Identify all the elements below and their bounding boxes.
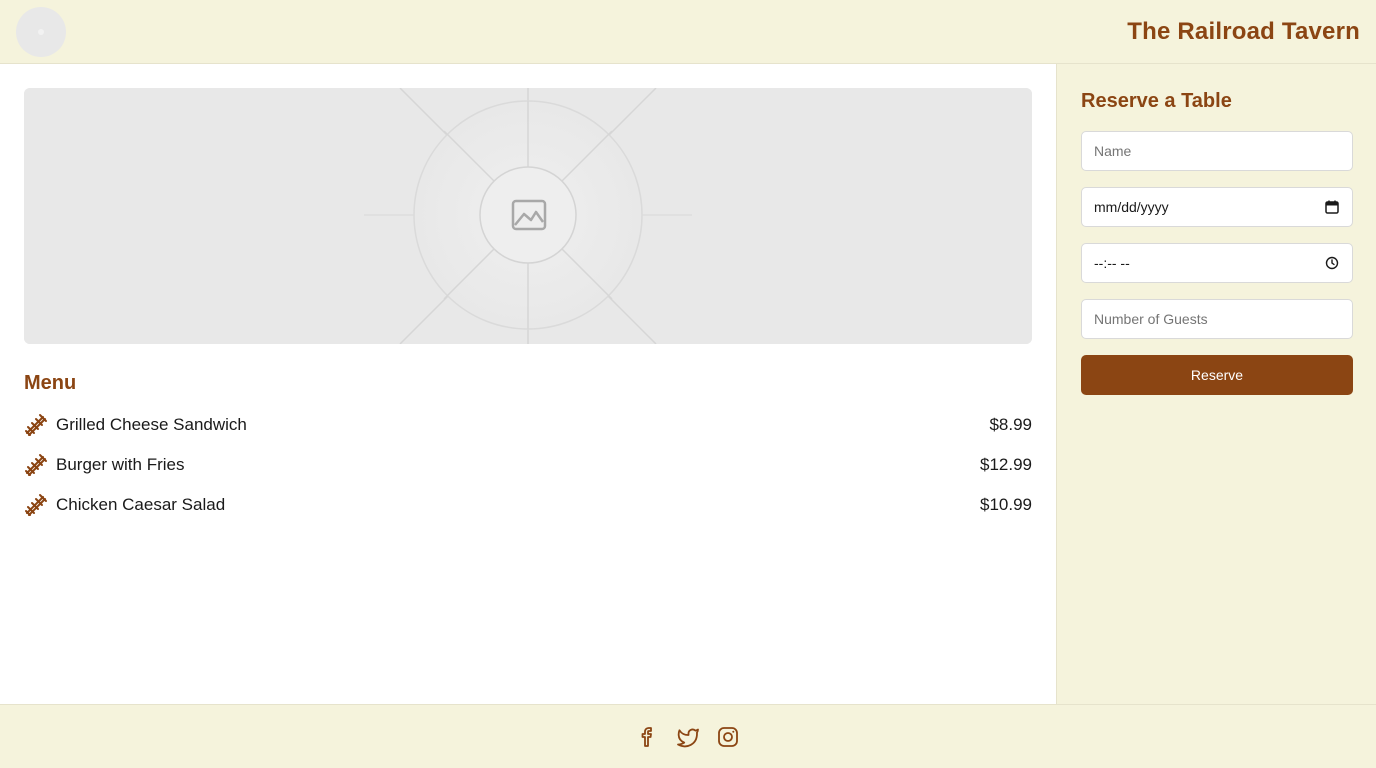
railroad-track-icon <box>25 454 47 476</box>
instagram-icon[interactable] <box>716 725 740 749</box>
time-field[interactable]: --:-- -- <box>1081 243 1353 283</box>
menu-item-left: Chicken Caesar Salad <box>24 493 225 517</box>
menu-item-price: $10.99 <box>980 495 1032 514</box>
menu-item-price: $8.99 <box>989 415 1032 434</box>
name-input[interactable] <box>1094 143 1340 159</box>
reservation-form: mm/dd/yyyy --:-- -- Reserve <box>1081 131 1353 395</box>
site-header: The Railroad Tavern <box>0 0 1376 64</box>
main-content: Menu Grilled Cheese Sandwich $8.99 Burge… <box>0 64 1056 704</box>
guests-input[interactable] <box>1094 311 1340 327</box>
menu-item-price: $12.99 <box>980 455 1032 474</box>
twitter-icon[interactable] <box>676 725 700 749</box>
time-input[interactable]: --:-- -- <box>1094 255 1130 271</box>
menu-item-name: Grilled Cheese Sandwich <box>56 415 247 434</box>
date-input[interactable]: mm/dd/yyyy <box>1094 199 1169 215</box>
site-footer <box>0 704 1376 768</box>
railroad-track-icon <box>25 494 47 516</box>
site-title: The Railroad Tavern <box>1127 17 1360 45</box>
logo-dot <box>38 28 44 35</box>
menu-item-name: Chicken Caesar Salad <box>56 495 226 514</box>
social-links <box>636 725 740 749</box>
menu-item-left: Burger with Fries <box>24 453 184 477</box>
menu-item: Grilled Cheese Sandwich $8.99 <box>24 405 1032 445</box>
reservation-sidebar: Reserve a Table mm/dd/yyyy --:-- -- Rese… <box>1056 64 1376 704</box>
date-field[interactable]: mm/dd/yyyy <box>1081 187 1353 227</box>
menu-item-name: Burger with Fries <box>56 455 185 474</box>
hero-image-placeholder <box>24 88 1032 344</box>
reservation-title: Reserve a Table <box>1081 90 1232 112</box>
menu-item: Burger with Fries $12.99 <box>24 445 1032 485</box>
railroad-track-icon <box>25 414 47 436</box>
logo-placeholder-icon[interactable] <box>16 6 66 57</box>
clock-icon[interactable] <box>1324 255 1340 271</box>
menu-item-left: Grilled Cheese Sandwich <box>24 413 247 437</box>
calendar-icon[interactable] <box>1324 199 1340 215</box>
menu-title: Menu <box>24 372 77 394</box>
facebook-icon[interactable] <box>636 725 660 749</box>
name-field[interactable] <box>1081 131 1353 171</box>
guests-field[interactable] <box>1081 299 1353 339</box>
menu-list: Grilled Cheese Sandwich $8.99 Burger wit… <box>24 405 1032 525</box>
image-placeholder-graphic <box>24 88 1032 344</box>
reserve-button[interactable]: Reserve <box>1081 355 1353 395</box>
menu-item: Chicken Caesar Salad $10.99 <box>24 485 1032 525</box>
